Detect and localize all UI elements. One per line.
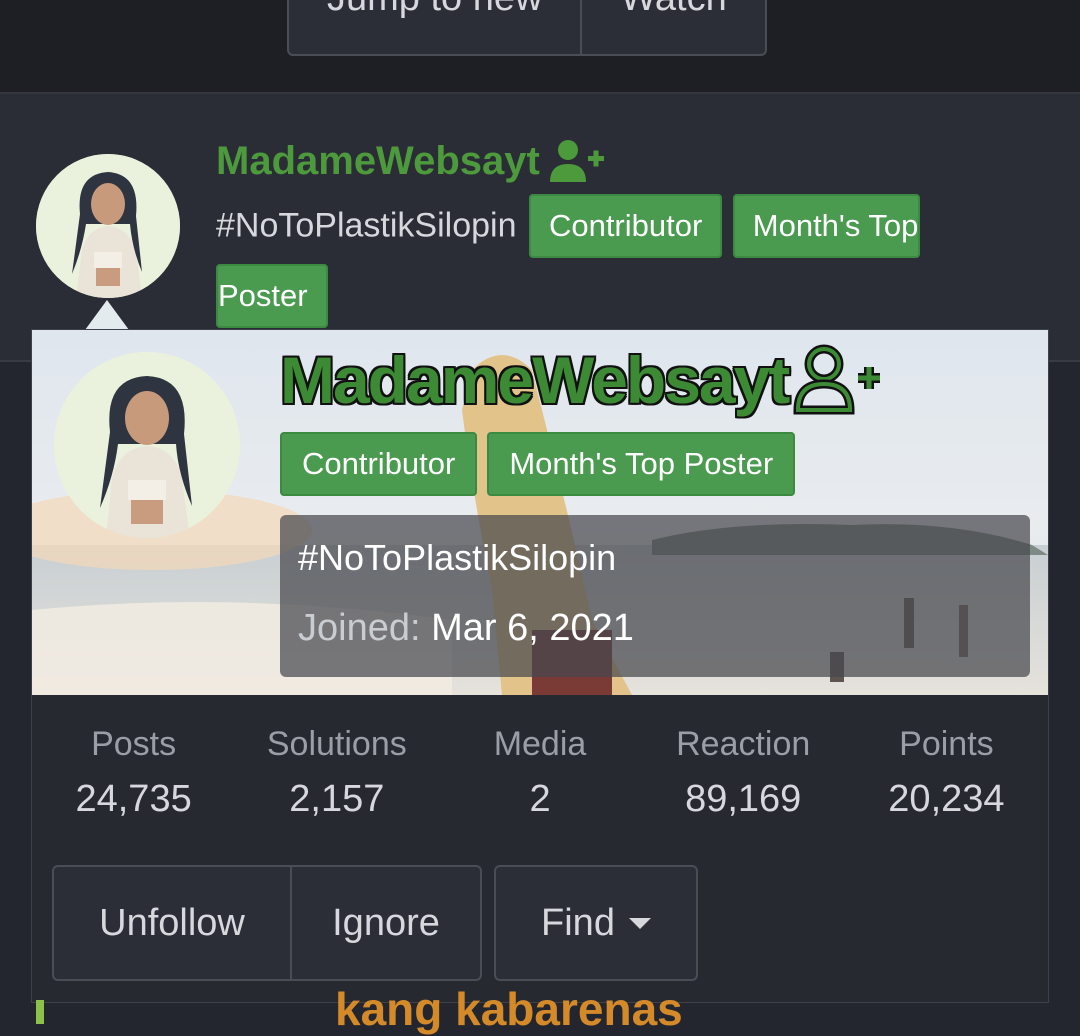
stat-value: 2 xyxy=(529,778,551,820)
stat-label: Points xyxy=(899,725,994,763)
follow-user-icon[interactable] xyxy=(548,138,606,184)
stat-solutions[interactable]: Solutions 2,157 xyxy=(235,695,438,855)
follow-ignore-group: Unfollow Ignore xyxy=(52,865,482,981)
find-group: Find xyxy=(494,865,698,981)
member-info-box: #NoToPlastikSilopin Joined: Mar 6, 2021 xyxy=(280,515,1030,677)
post-content-heading: kang kabarenas xyxy=(335,983,683,1035)
member-actions: Unfollow Ignore Find xyxy=(52,865,698,981)
card-avatar-image xyxy=(54,352,240,538)
stat-value: 89,169 xyxy=(685,778,802,820)
content-accent-bar xyxy=(36,1000,44,1024)
thread-toolbar: Jump to new Watch xyxy=(0,0,1080,94)
stat-label: Media xyxy=(493,725,587,763)
find-dropdown-button[interactable]: Find xyxy=(496,867,696,979)
member-card: MadameWebsayt Contributor Month's Top Po… xyxy=(31,329,1049,1003)
card-user-title: #NoToPlastikSilopin xyxy=(298,537,617,578)
post-title-row: #NoToPlastikSilopin Contributor Month's … xyxy=(216,194,1016,328)
avatar-image xyxy=(36,154,180,298)
tooltip-arrow xyxy=(85,300,129,330)
stat-value: 20,234 xyxy=(888,778,1005,820)
stat-reaction[interactable]: Reaction 89,169 xyxy=(642,695,845,855)
member-card-avatar[interactable] xyxy=(54,352,240,538)
unfollow-button[interactable]: Unfollow xyxy=(54,867,290,979)
post-username[interactable]: MadameWebsayt xyxy=(216,139,540,184)
badge-months-top: Month's Top xyxy=(732,194,921,258)
card-badges: Contributor Month's Top Poster xyxy=(280,432,796,496)
badge-contributor: Contributor xyxy=(528,194,723,258)
joined-date: Joined: Mar 6, 2021 xyxy=(298,607,634,650)
ignore-button[interactable]: Ignore xyxy=(290,867,480,979)
post-avatar[interactable] xyxy=(36,154,180,298)
post-user-title: #NoToPlastikSilopin xyxy=(216,206,517,245)
stat-media[interactable]: Media 2 xyxy=(438,695,641,855)
joined-label: Joined: xyxy=(298,607,421,649)
stat-points[interactable]: Points 20,234 xyxy=(845,695,1048,855)
badge-months-top-poster: Month's Top Poster xyxy=(487,432,796,496)
follow-user-icon[interactable] xyxy=(792,344,884,416)
post-username-row: MadameWebsayt xyxy=(216,138,606,184)
stat-label: Posts xyxy=(91,725,177,763)
find-label: Find xyxy=(541,901,615,944)
stat-posts[interactable]: Posts 24,735 xyxy=(32,695,235,855)
watch-button[interactable]: Watch xyxy=(580,0,764,54)
joined-value: Mar 6, 2021 xyxy=(431,607,634,649)
badge-contributor: Contributor xyxy=(280,432,478,496)
badge-poster: Poster xyxy=(216,264,328,328)
card-name-row: MadameWebsayt xyxy=(280,342,884,418)
stat-label: Solutions xyxy=(266,725,407,763)
toolbar-button-group: Jump to new Watch xyxy=(287,0,767,56)
stat-value: 2,157 xyxy=(289,778,385,820)
post-header: MadameWebsayt #NoToPlastikSilopin Contri… xyxy=(0,94,1080,362)
jump-to-new-button[interactable]: Jump to new xyxy=(289,0,580,54)
member-stats: Posts 24,735 Solutions 2,157 Media 2 Rea… xyxy=(32,695,1048,855)
stat-label: Reaction xyxy=(676,725,811,763)
card-username[interactable]: MadameWebsayt xyxy=(280,342,790,418)
stat-value: 24,735 xyxy=(75,778,192,820)
caret-down-icon xyxy=(628,917,651,929)
